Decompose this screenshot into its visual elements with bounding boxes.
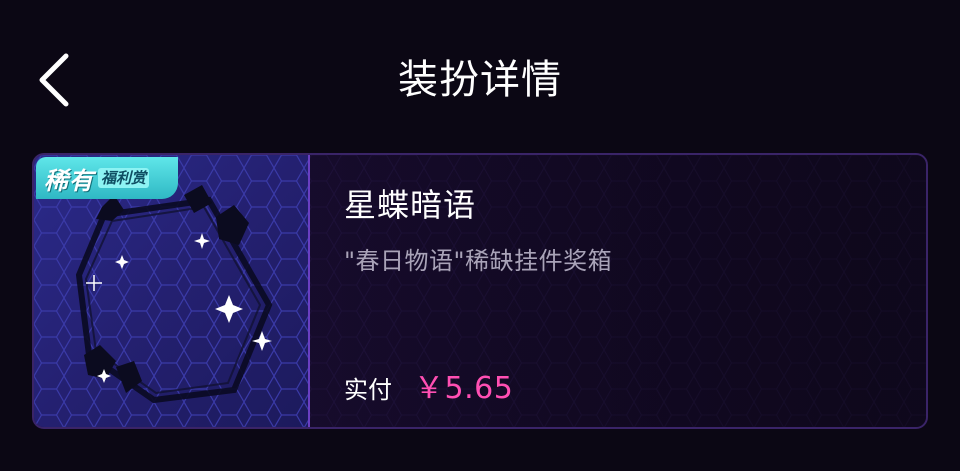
item-description: "春日物语"稀缺挂件奖箱 [344,247,613,275]
paid-label: 实付 [344,376,392,404]
item-card: 稀有 福利赏 星蝶暗语 "春日物语"稀缺挂件奖箱 实付 ￥5.65 [32,153,928,429]
item-thumbnail[interactable]: 稀有 福利赏 [34,155,310,427]
rare-badge: 稀有 福利赏 [36,157,178,199]
payment-row: 实付 ￥5.65 [344,363,513,407]
header: 装扮详情 [0,0,960,160]
rare-badge-sub-label: 福利赏 [98,168,150,188]
page-title: 装扮详情 [398,57,562,103]
item-name: 星蝶暗语 [344,186,477,224]
rare-badge-label: 稀有 [44,166,94,195]
paid-price: ￥5.65 [414,371,514,406]
